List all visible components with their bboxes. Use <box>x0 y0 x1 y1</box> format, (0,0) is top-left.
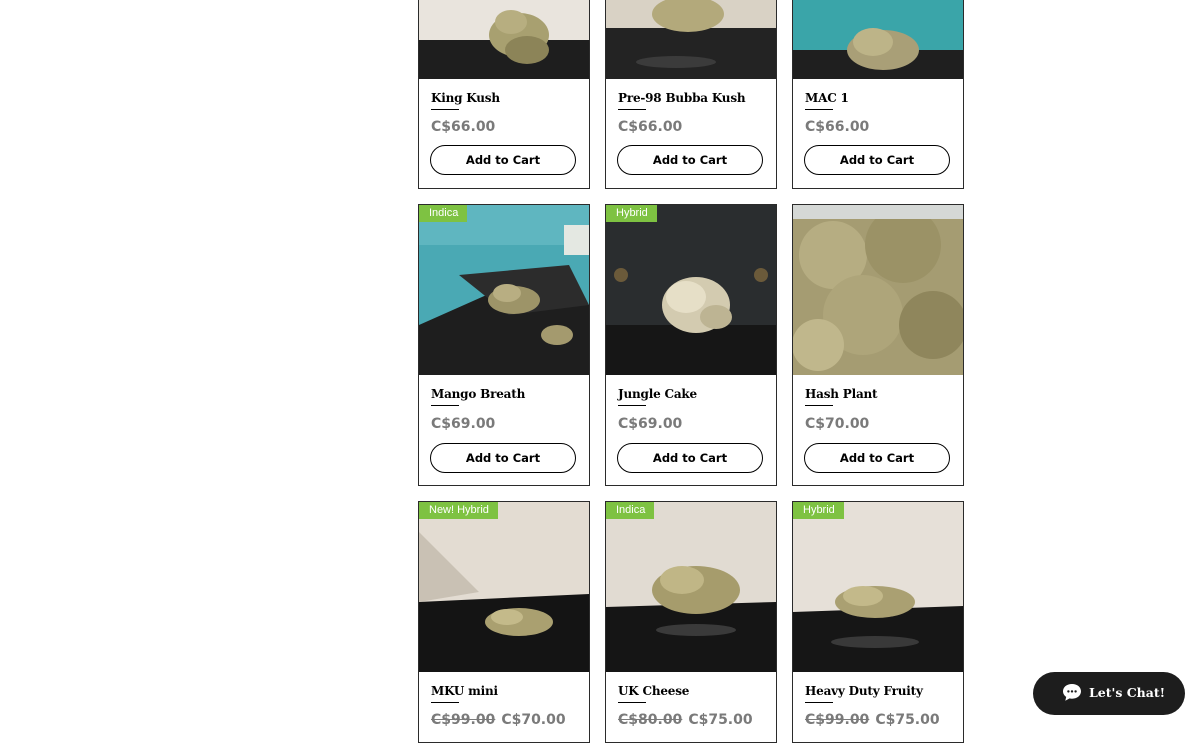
chat-label: Let's Chat! <box>1089 685 1166 700</box>
original-price: C$80.00 <box>618 712 683 728</box>
product-image[interactable]: Hybrid <box>793 502 963 672</box>
product-image[interactable]: Indica <box>419 205 589 375</box>
category-badge: New! Hybrid <box>419 502 498 519</box>
original-price: C$99.00 <box>431 712 496 728</box>
add-to-cart-button[interactable]: Add to Cart <box>804 145 950 175</box>
product-card-heavy-duty-fruity[interactable]: Hybrid Heavy Duty Fruity C$99.00 C$75.00 <box>792 501 964 743</box>
product-name[interactable]: Pre-98 Bubba Kush <box>618 91 746 105</box>
name-underline <box>431 405 459 406</box>
add-to-cart-button[interactable]: Add to Cart <box>430 145 576 175</box>
category-badge: Indica <box>419 205 468 222</box>
name-underline <box>618 702 646 703</box>
name-underline <box>431 109 459 110</box>
add-to-cart-button[interactable]: Add to Cart <box>430 443 576 473</box>
product-name[interactable]: King Kush <box>431 91 500 105</box>
product-price: C$80.00 C$75.00 <box>618 712 753 728</box>
product-price: C$69.00 <box>618 416 683 432</box>
product-card-mac-1[interactable]: MAC 1 C$66.00 Add to Cart <box>792 0 964 189</box>
sale-price: C$75.00 <box>688 712 753 728</box>
product-price: C$66.00 <box>431 119 496 135</box>
product-price: C$70.00 <box>805 416 870 432</box>
product-image[interactable] <box>793 205 963 375</box>
product-image[interactable] <box>793 0 963 79</box>
category-badge: Hybrid <box>606 205 657 222</box>
name-underline <box>431 702 459 703</box>
add-to-cart-button[interactable]: Add to Cart <box>804 443 950 473</box>
category-badge: Hybrid <box>793 502 844 519</box>
category-badge: Indica <box>606 502 655 519</box>
product-price: C$99.00 C$75.00 <box>805 712 940 728</box>
add-to-cart-button[interactable]: Add to Cart <box>617 145 763 175</box>
product-name[interactable]: Hash Plant <box>805 387 878 401</box>
product-name[interactable]: Mango Breath <box>431 387 525 401</box>
product-card-pre-98-bubba-kush[interactable]: Pre-98 Bubba Kush C$66.00 Add to Cart <box>605 0 777 189</box>
product-card-jungle-cake[interactable]: Hybrid Jungle Cake C$69.00 Add to Cart <box>605 204 777 486</box>
product-name[interactable]: Heavy Duty Fruity <box>805 684 923 698</box>
product-price: C$99.00 C$70.00 <box>431 712 566 728</box>
product-price: C$66.00 <box>805 119 870 135</box>
product-name[interactable]: UK Cheese <box>618 684 689 698</box>
product-card-mku-mini[interactable]: New! Hybrid MKU mini C$99.00 C$70.00 <box>418 501 590 743</box>
name-underline <box>805 702 833 703</box>
product-image[interactable]: Hybrid <box>606 205 776 375</box>
name-underline <box>805 109 833 110</box>
name-underline <box>805 405 833 406</box>
chat-bubble-icon <box>1062 683 1082 706</box>
product-price: C$69.00 <box>431 416 496 432</box>
product-card-mango-breath[interactable]: Indica Mango Breath C$69.00 Add to Cart <box>418 204 590 486</box>
product-card-uk-cheese[interactable]: Indica UK Cheese C$80.00 C$75.00 <box>605 501 777 743</box>
add-to-cart-button[interactable]: Add to Cart <box>617 443 763 473</box>
name-underline <box>618 109 646 110</box>
name-underline <box>618 405 646 406</box>
product-card-hash-plant[interactable]: Hash Plant C$70.00 Add to Cart <box>792 204 964 486</box>
sale-price: C$70.00 <box>501 712 566 728</box>
product-price: C$66.00 <box>618 119 683 135</box>
product-image[interactable]: New! Hybrid <box>419 502 589 672</box>
product-name[interactable]: Jungle Cake <box>618 387 697 401</box>
product-name[interactable]: MAC 1 <box>805 91 849 105</box>
product-image[interactable] <box>606 0 776 79</box>
product-image[interactable] <box>419 0 589 79</box>
product-image[interactable]: Indica <box>606 502 776 672</box>
chat-widget-button[interactable]: Let's Chat! <box>1033 672 1185 715</box>
product-name[interactable]: MKU mini <box>431 684 498 698</box>
product-card-king-kush[interactable]: King Kush C$66.00 Add to Cart <box>418 0 590 189</box>
sale-price: C$75.00 <box>875 712 940 728</box>
original-price: C$99.00 <box>805 712 870 728</box>
